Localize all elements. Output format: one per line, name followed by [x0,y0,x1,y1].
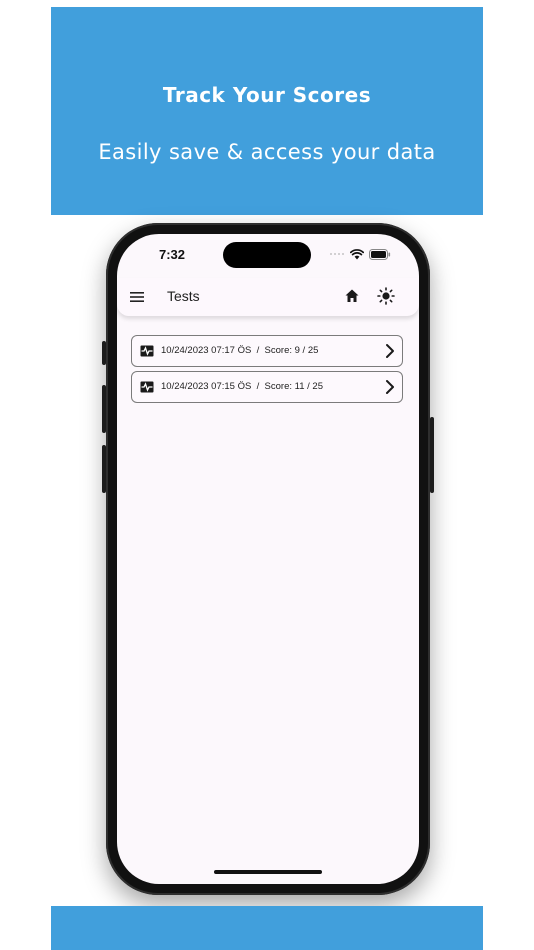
app-bar: Tests [117,278,419,316]
separator: / [251,345,265,356]
dynamic-island [223,242,311,268]
action-button [102,341,106,365]
wifi-icon [350,248,364,259]
test-list-item[interactable]: 10/24/2023 07:17 ÖS / Score: 9 / 25 [131,335,403,367]
monitor-heart-icon [140,345,154,357]
test-date: 10/24/2023 07:15 ÖS [161,381,252,392]
banner-subtitle: Easily save & access your data [98,140,436,164]
volume-up-button [102,385,106,433]
test-list-item[interactable]: 10/24/2023 07:15 ÖS / Score: 11 / 25 [131,371,403,403]
menu-icon[interactable] [130,291,144,303]
chevron-right-icon [386,380,394,394]
test-date: 10/24/2023 07:17 ÖS [161,345,252,356]
home-icon[interactable] [344,288,360,304]
tests-list: 10/24/2023 07:17 ÖS / Score: 9 / 25 10/2… [131,335,403,407]
chevron-right-icon [386,344,394,358]
status-icons [329,248,391,260]
status-time: 7:32 [159,247,186,262]
power-button [430,417,434,493]
battery-icon [369,248,391,260]
separator: / [251,381,265,392]
phone-frame: 7:32 Tests 10/24/2023 07:17 ÖS / Score: … [102,223,434,895]
theme-sun-icon[interactable] [377,287,395,305]
banner-title: Track Your Scores [162,83,372,107]
promo-banner: Track Your Scores Easily save & access y… [51,7,483,215]
test-item-text: 10/24/2023 07:15 ÖS / Score: 11 / 25 [161,381,323,392]
test-item-text: 10/24/2023 07:17 ÖS / Score: 9 / 25 [161,345,318,356]
test-score: Score: 9 / 25 [264,345,319,356]
page-title: Tests [167,288,200,304]
cellular-icon [330,253,344,255]
phone-screen: 7:32 Tests 10/24/2023 07:17 ÖS / Score: … [117,234,419,884]
monitor-heart-icon [140,381,154,393]
volume-down-button [102,445,106,493]
bottom-banner [51,906,483,950]
test-score: Score: 11 / 25 [264,381,323,392]
home-indicator[interactable] [214,870,322,874]
